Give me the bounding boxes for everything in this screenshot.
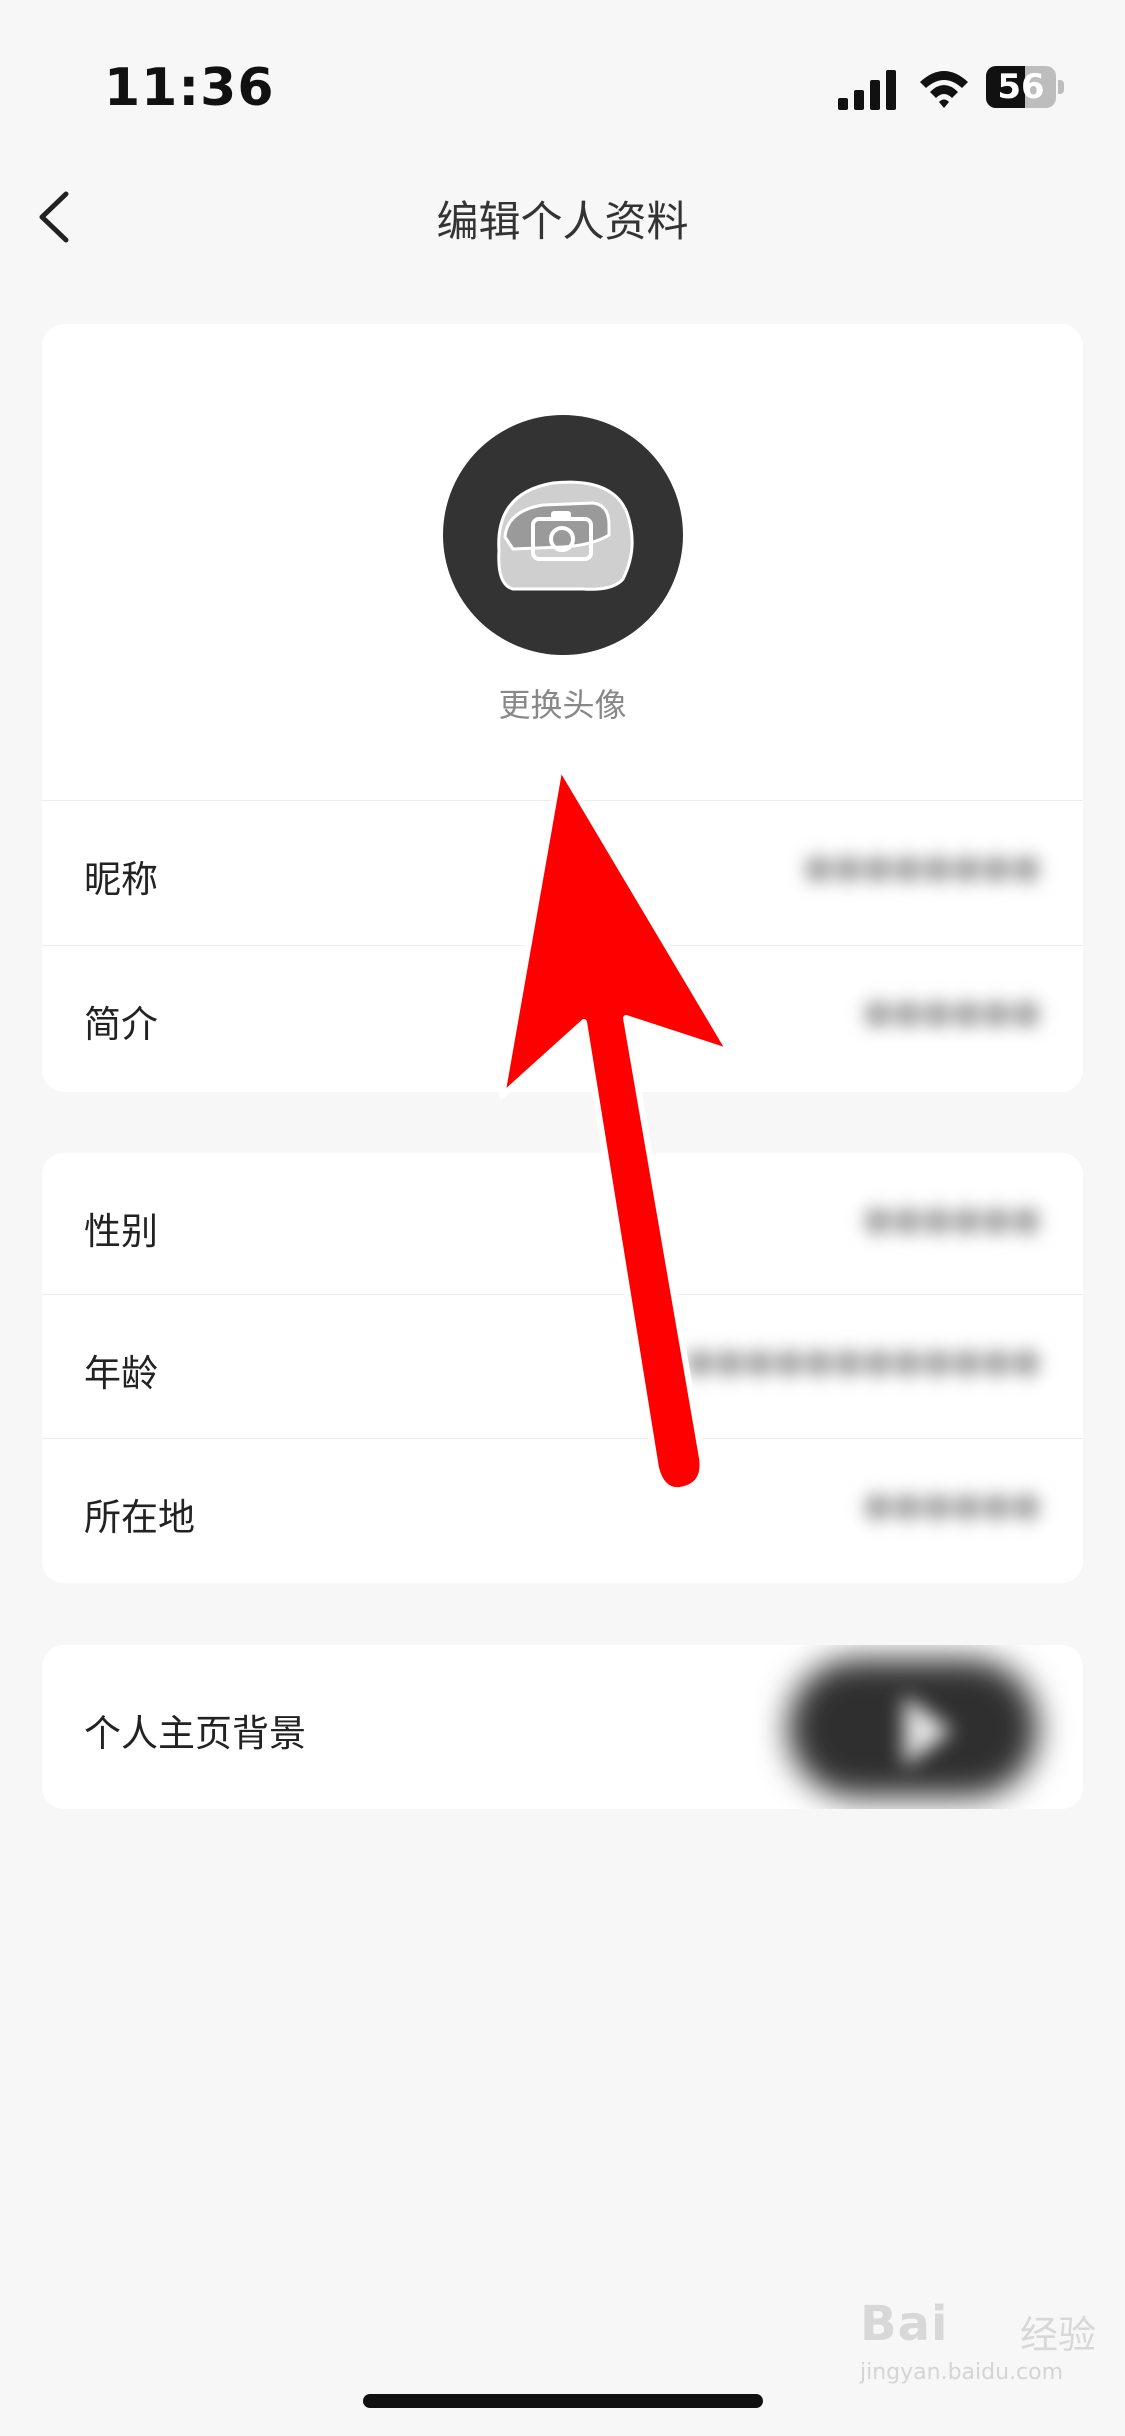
watermark-logo: Bai [860,2296,949,2352]
battery-tip [1058,80,1064,94]
watermark-logo-cn: 经验 [1020,2313,1097,2357]
row-nickname[interactable]: 昵称 ●●●●●●●● [42,801,1083,945]
age-label: 年龄 [84,1352,158,1395]
background-card: 个人主页背景 [42,1645,1083,1809]
helmet-camera-icon [497,480,634,591]
avatar[interactable] [443,415,683,655]
change-avatar-label[interactable]: 更换头像 [42,680,1083,726]
bio-value-blurred: ●●●●●● [862,992,1041,1032]
watermark-url: jingyan.baidu.com [860,2360,1064,2385]
bio-label: 简介 [84,1003,158,1046]
location-value-blurred: ●●●●●● [862,1485,1041,1525]
row-gender[interactable]: 性别 ●●●●●● [42,1153,1083,1297]
home-indicator[interactable] [363,2394,763,2408]
battery-icon: 56 [986,66,1066,110]
age-value-blurred: ●●●●●●●●●●●● [684,1341,1041,1381]
baidu-watermark: Bai 经验 jingyan.baidu.com [860,2296,1100,2385]
page-title: 编辑个人资料 [436,197,689,246]
row-location[interactable]: 所在地 ●●●●●● [42,1439,1083,1583]
location-label: 所在地 [84,1496,195,1539]
nickname-value-blurred: ●●●●●●●● [803,847,1041,887]
gender-label: 性别 [84,1210,158,1253]
nickname-label: 昵称 [84,858,158,901]
row-age[interactable]: 年龄 ●●●●●●●●●●●● [42,1295,1083,1439]
row-bio[interactable]: 简介 ●●●●●● [42,946,1083,1090]
battery-body: 56 [986,66,1056,108]
status-time: 11:36 [104,58,275,118]
status-bar: 11:36 56 [0,0,1125,180]
basic-info-card: 性别 ●●●●●● 年龄 ●●●●●●●●●●●● 所在地 ●●●●●● [42,1153,1083,1583]
signal-icon [838,70,896,110]
background-thumbnail-shape [904,1695,952,1767]
profile-card: 更换头像 昵称 ●●●●●●●● 简介 ●●●●●● [42,324,1083,1092]
profile-background-label: 个人主页背景 [84,1712,306,1755]
wifi-icon [920,71,968,108]
battery-level: 56 [997,67,1045,107]
gender-value-blurred: ●●●●●● [862,1199,1041,1239]
